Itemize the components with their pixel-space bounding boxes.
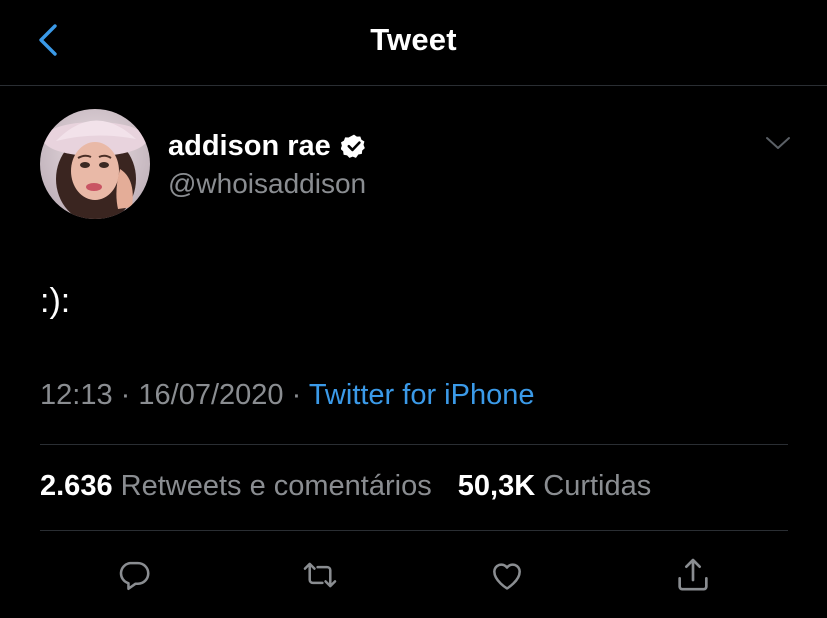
likes-label: Curtidas bbox=[543, 470, 652, 502]
top-nav-bar: Tweet bbox=[0, 0, 827, 86]
share-icon bbox=[673, 555, 713, 600]
verified-badge-icon bbox=[340, 133, 367, 159]
reply-icon bbox=[115, 556, 153, 599]
retweets-stat[interactable]: 2.636 Retweets e comentários bbox=[40, 470, 440, 502]
engagement-stats: 2.636 Retweets e comentários 50,3K Curti… bbox=[40, 470, 651, 503]
more-options-button[interactable] bbox=[760, 130, 796, 160]
retweets-label: Retweets e comentários bbox=[120, 470, 432, 502]
author-name: addison rae bbox=[168, 129, 331, 162]
meta-separator: · bbox=[291, 379, 302, 411]
chevron-down-icon bbox=[765, 135, 791, 156]
divider bbox=[40, 444, 788, 445]
likes-stat[interactable]: 50,3K Curtidas bbox=[458, 470, 651, 502]
retweet-button[interactable] bbox=[300, 555, 340, 599]
retweet-icon bbox=[300, 556, 340, 599]
divider bbox=[40, 530, 788, 531]
page-title: Tweet bbox=[370, 22, 457, 57]
tweet-source-link[interactable]: Twitter for iPhone bbox=[309, 379, 535, 411]
tweet-text: :): bbox=[40, 282, 71, 320]
retweets-count: 2.636 bbox=[40, 470, 113, 502]
likes-count: 50,3K bbox=[457, 470, 536, 502]
author-name-row[interactable]: addison rae bbox=[168, 126, 367, 166]
reply-button[interactable] bbox=[114, 555, 154, 599]
tweet-date: 16/07/2020 bbox=[138, 379, 284, 411]
avatar[interactable] bbox=[40, 109, 150, 219]
author-handle[interactable]: @whoisaddison bbox=[168, 168, 366, 200]
tweet-time: 12:13 bbox=[40, 379, 113, 411]
meta-separator: · bbox=[120, 379, 131, 411]
share-button[interactable] bbox=[673, 555, 713, 599]
like-icon bbox=[487, 556, 527, 599]
tweet-metadata: 12:13 · 16/07/2020 · Twitter for iPhone bbox=[40, 379, 534, 412]
like-button[interactable] bbox=[487, 555, 527, 599]
